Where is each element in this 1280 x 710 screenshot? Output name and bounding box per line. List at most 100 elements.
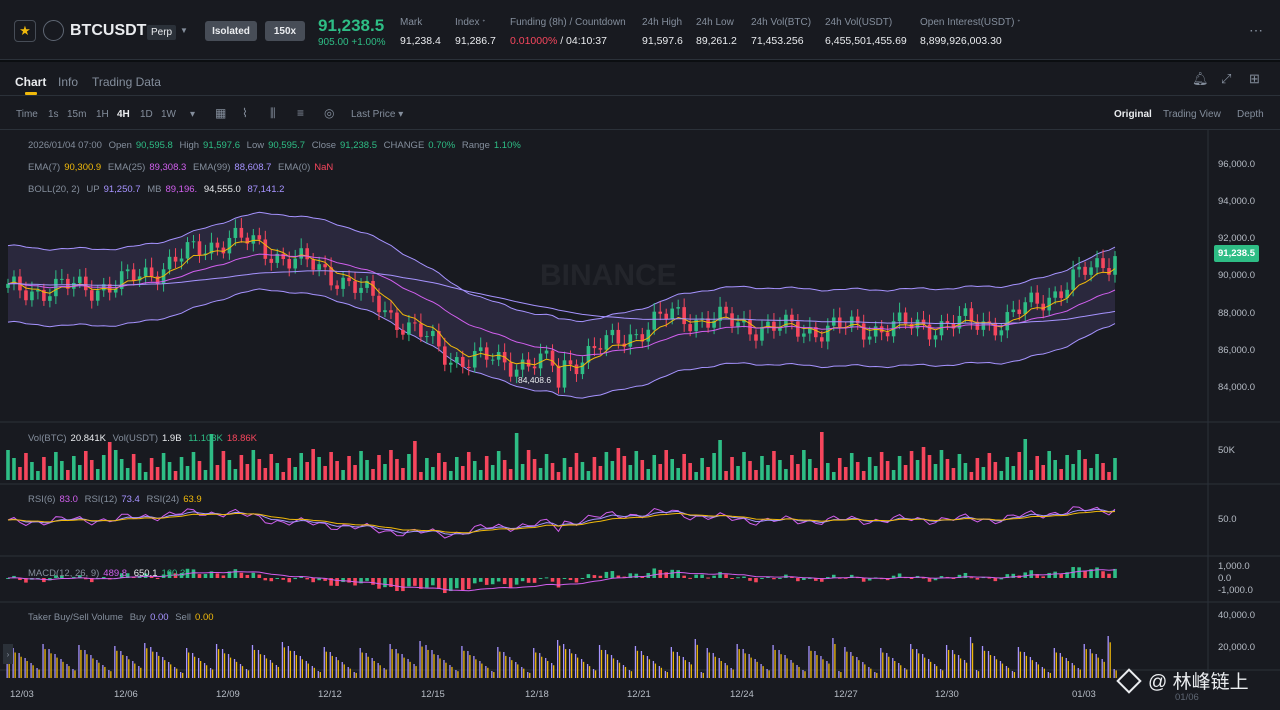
volume-bar (808, 459, 812, 480)
taker-sell-bar (1073, 665, 1075, 678)
taker-sell-bar (481, 663, 483, 678)
candle-body (1071, 269, 1075, 290)
volume-bar (514, 433, 519, 480)
rsi-legend: RSI(6) 83.0 RSI(12) 73.4 RSI(24) 63.9 (28, 494, 202, 505)
macd-tick: 1,000.0 (1218, 561, 1250, 572)
favorite-star-icon[interactable]: ★ (14, 20, 36, 42)
taker-buy-bar (215, 644, 218, 678)
interval-15m[interactable]: 15m (67, 109, 86, 120)
macd-bar (287, 578, 292, 583)
more-icon[interactable]: ⋯ (1249, 22, 1264, 39)
view-trading-view[interactable]: Trading View (1163, 109, 1221, 120)
macd-bar (574, 578, 579, 583)
calendar-icon[interactable]: ▦ (215, 106, 226, 120)
taker-buy-bar (844, 647, 846, 678)
tab-info[interactable]: Info (58, 75, 78, 89)
volume-bar (48, 466, 52, 480)
interval-1h[interactable]: 1H (96, 109, 109, 120)
macd-bar (550, 578, 555, 582)
taker-buy-bar (305, 661, 307, 678)
view-original[interactable]: Original (1114, 109, 1152, 120)
chevron-down-icon[interactable]: ▼ (180, 26, 188, 35)
volume-bar (544, 454, 549, 480)
taker-buy-bar (1077, 668, 1079, 678)
volume-bar (538, 468, 543, 480)
tab-chart[interactable]: Chart (15, 75, 46, 89)
taker-sell-bar (140, 667, 142, 678)
expand-left-icon[interactable]: › (3, 644, 13, 664)
volume-bar (401, 468, 405, 480)
taker-buy-bar (640, 651, 643, 678)
taker-buy-bar (945, 645, 948, 678)
candle-body (125, 269, 130, 272)
macd-bar (443, 578, 447, 594)
macd-bar (1053, 571, 1057, 578)
volume-bar (891, 470, 896, 480)
indicator-icon[interactable]: ⌇ (242, 106, 248, 120)
leverage-button[interactable]: 150x (265, 21, 305, 41)
interval-1w[interactable]: 1W (161, 109, 176, 120)
taker-sell-bar (541, 656, 543, 678)
candle-body (562, 360, 567, 388)
taker-sell-bar (630, 671, 633, 678)
macd-bar (514, 578, 519, 585)
macd-bar (251, 572, 256, 578)
candle-body (478, 347, 483, 352)
taker-buy-bar (700, 672, 702, 678)
volume-bar (700, 458, 704, 480)
date-tick: 01/03 (1072, 689, 1096, 700)
macd-bar (449, 578, 453, 592)
volume-bar (814, 468, 818, 480)
taker-sell-bar (1049, 672, 1051, 678)
taker-buy-bar (610, 655, 613, 678)
interval-time[interactable]: Time (16, 109, 38, 120)
taker-sell-bar (301, 659, 304, 678)
target-icon[interactable]: ◎ (324, 106, 334, 120)
bell-icon[interactable]: 🔔︎ (1192, 71, 1209, 87)
taker-sell-bar (505, 655, 507, 678)
macd-bar (215, 573, 220, 578)
interval-more-icon[interactable]: ▾ (190, 109, 195, 120)
taker-buy-bar (790, 660, 792, 678)
taker-buy-bar (754, 659, 756, 678)
taker-sell-bar (152, 651, 154, 678)
margin-mode-button[interactable]: Isolated (205, 21, 257, 41)
volume-bar (903, 465, 908, 480)
candle-body (760, 326, 764, 341)
candle-body (179, 258, 184, 262)
volume-bar (407, 454, 411, 480)
candle-type-icon[interactable]: ⫼ (270, 106, 276, 121)
candle-body (556, 365, 561, 388)
taker-buy-bar (491, 671, 493, 678)
symbol-name[interactable]: BTCUSDT (70, 22, 146, 40)
grid-layout-icon[interactable]: ⊞ (1249, 71, 1260, 87)
interval-1s[interactable]: 1s (48, 109, 59, 120)
macd-bar (311, 578, 315, 583)
volume-bar (359, 451, 363, 480)
taker-sell-bar (1109, 642, 1111, 678)
candlestick-chart[interactable]: BINANCE (0, 130, 1280, 710)
candle-body (377, 295, 381, 313)
taker-buy-bar (269, 660, 272, 678)
expand-icon[interactable]: ⤢ (1221, 71, 1231, 87)
candle-body (520, 359, 525, 370)
interval-4h[interactable]: 4H (117, 109, 130, 120)
volume-bar (431, 467, 435, 480)
candle-body (724, 306, 728, 314)
taker-sell-bar (900, 665, 902, 678)
volume-bar (580, 462, 585, 480)
taker-sell-bar (415, 666, 417, 678)
interval-1d[interactable]: 1D (140, 109, 153, 120)
taker-sell-bar (756, 661, 758, 678)
view-depth[interactable]: Depth (1237, 109, 1264, 120)
settings-list-icon[interactable]: ≡ (297, 106, 304, 120)
taker-sell-bar (1019, 651, 1022, 678)
chart-area[interactable]: BINANCE 2026/01/04 07:00 Open 90,595.8 Hi… (0, 130, 1280, 710)
volume-bar (742, 452, 746, 480)
taker-sell-bar (463, 650, 465, 678)
tab-trading-data[interactable]: Trading Data (92, 75, 161, 89)
price-type-select[interactable]: Last Price ▾ (351, 109, 403, 120)
taker-buy-bar (622, 665, 625, 678)
volume-bar (42, 457, 46, 480)
volume-bar (915, 460, 920, 480)
